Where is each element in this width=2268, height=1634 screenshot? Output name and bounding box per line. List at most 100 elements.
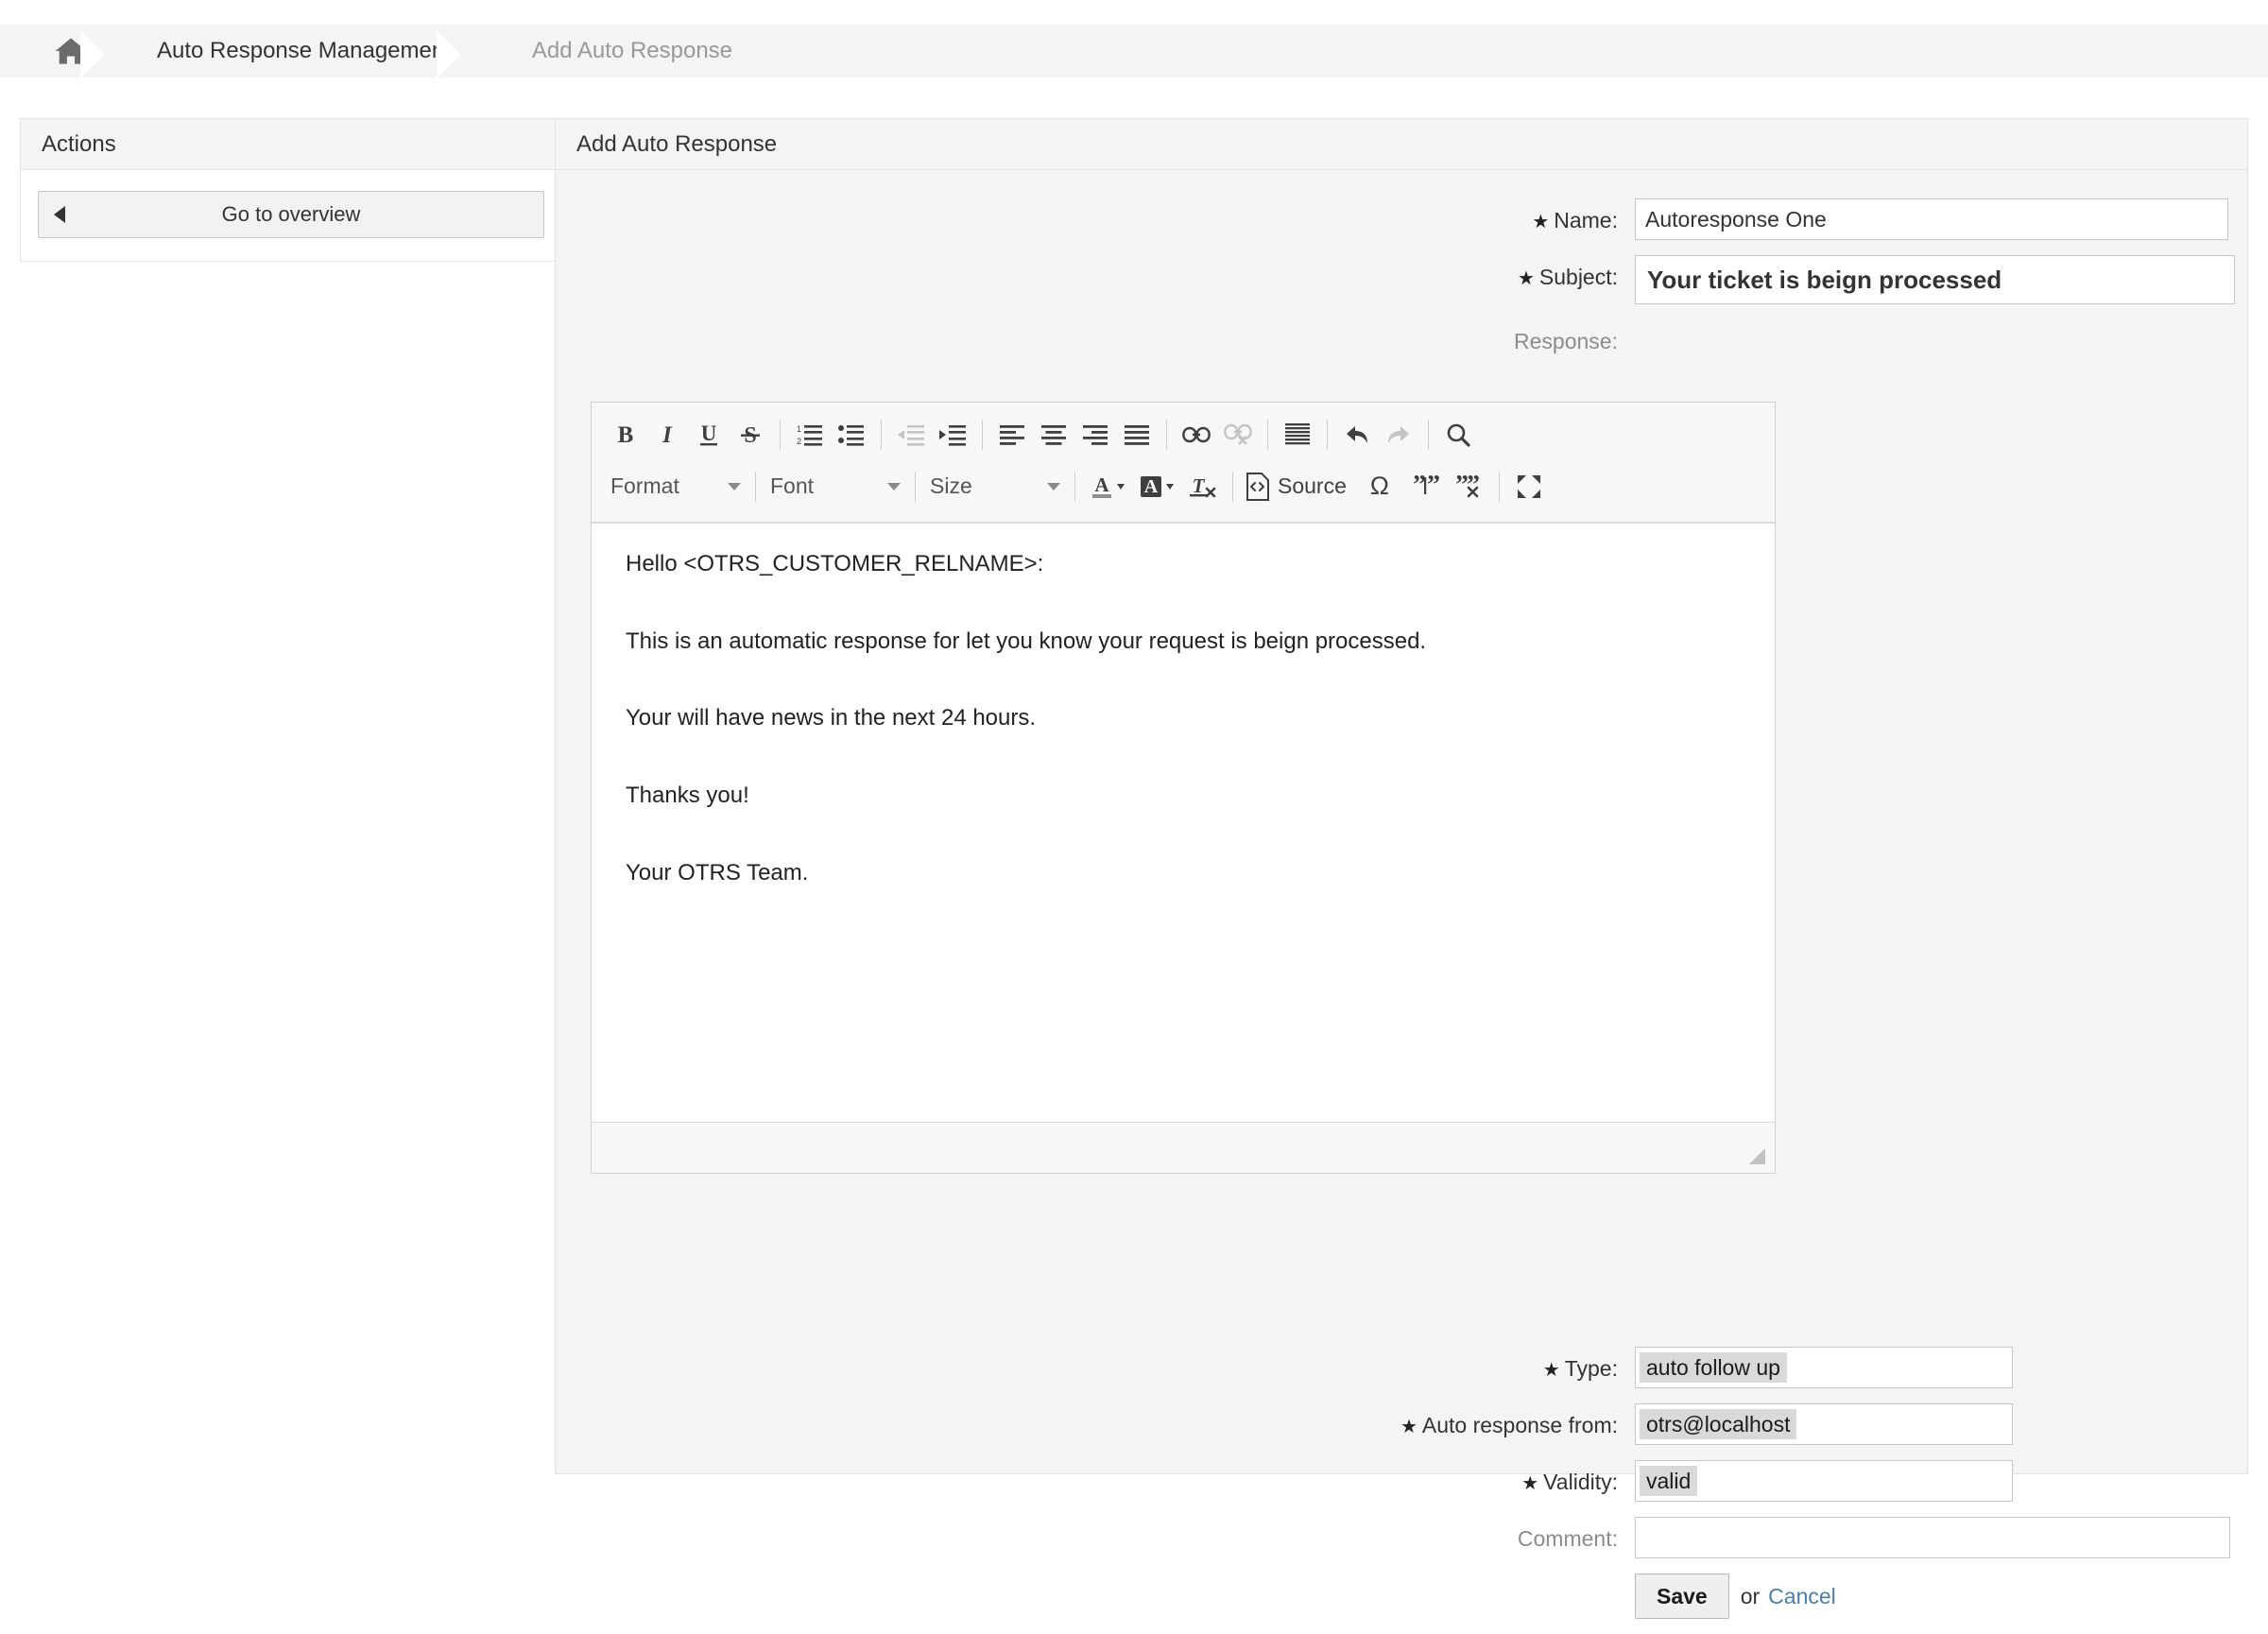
indent-icon[interactable]	[932, 414, 973, 456]
go-to-overview-button[interactable]: Go to overview	[38, 191, 544, 238]
toolbar-separator	[1166, 419, 1167, 450]
cancel-link[interactable]: Cancel	[1768, 1584, 1836, 1609]
response-label-wrap: Response:	[556, 319, 1635, 354]
special-character-icon[interactable]: Ω	[1356, 466, 1403, 507]
undo-icon[interactable]	[1336, 414, 1378, 456]
toolbar-separator	[1327, 419, 1328, 450]
redo-icon	[1378, 414, 1419, 456]
remove-format-icon[interactable]: T	[1182, 466, 1224, 507]
actions-widget: Actions Go to overview	[20, 118, 562, 262]
bulleted-list-icon[interactable]	[831, 414, 872, 456]
italic-icon[interactable]: I	[646, 414, 688, 456]
breadcrumb-label: Add Auto Response	[531, 38, 733, 63]
required-marker: ★	[1517, 268, 1535, 289]
align-left-icon[interactable]	[991, 414, 1033, 456]
find-icon[interactable]	[1437, 414, 1479, 456]
toolbar-separator	[881, 419, 882, 450]
main-panel-header: Add Auto Response	[556, 119, 2247, 170]
type-select[interactable]: auto follow up	[1635, 1347, 2013, 1388]
align-right-icon[interactable]	[1074, 414, 1116, 456]
blockquote-icon[interactable]	[1277, 414, 1318, 456]
svg-text:”: ”	[1413, 474, 1426, 499]
breadcrumb-separator	[80, 25, 122, 77]
form-row-subject: ★ Subject:	[556, 255, 2247, 304]
svg-text:T: T	[1193, 474, 1206, 497]
main-panel: Add Auto Response ★Name: ★Subject: Respo…	[555, 118, 2248, 1619]
go-to-overview-label: Go to overview	[221, 202, 361, 226]
comment-input[interactable]	[1635, 1517, 2230, 1558]
toolbar-separator	[1267, 419, 1268, 450]
actions-widget-body: Go to overview	[21, 170, 561, 261]
name-control	[1635, 198, 2247, 240]
font-combo-label: Font	[770, 473, 815, 498]
subject-label-wrap: ★ Subject:	[556, 255, 1635, 290]
resize-grip-icon[interactable]	[1749, 1148, 1765, 1164]
breadcrumb-item-home[interactable]	[0, 25, 121, 77]
validity-label: Validity:	[1543, 1470, 1618, 1494]
save-button[interactable]: Save	[1635, 1574, 1729, 1619]
size-combo-label: Size	[930, 473, 972, 498]
editor-content-area[interactable]: Hello <OTRS_CUSTOMER_RELNAME>: This is a…	[592, 523, 1775, 1122]
validity-select[interactable]: valid	[1635, 1460, 2013, 1502]
name-input[interactable]	[1635, 198, 2228, 240]
svg-text:B: B	[618, 422, 634, 447]
link-icon[interactable]	[1176, 414, 1217, 456]
toolbar-separator	[1232, 471, 1233, 502]
response-label: Response:	[1514, 329, 1618, 353]
bold-icon[interactable]: B	[605, 414, 646, 456]
editor-paragraph: Your will have news in the next 24 hours…	[626, 705, 1037, 731]
type-selected-value: auto follow up	[1640, 1351, 1787, 1384]
comment-control	[1635, 1517, 2247, 1558]
actions-label-spacer	[556, 1574, 1635, 1583]
source-label: Source	[1278, 473, 1347, 498]
svg-text:A: A	[1094, 473, 1109, 496]
required-marker: ★	[1542, 1360, 1560, 1381]
svg-text:A: A	[1144, 476, 1159, 497]
editor-paragraph: Thanks you!	[626, 783, 749, 809]
bottom-form-block: ★ Type: auto follow up ★ Auto response fro…	[556, 1347, 2247, 1634]
breadcrumb-item-auto-response-management[interactable]: Auto Response Management	[121, 25, 477, 77]
toolbar-separator	[1074, 471, 1075, 502]
form-row-validity: ★ Validity: valid	[556, 1460, 2247, 1502]
strikethrough-icon[interactable]: S	[730, 414, 771, 456]
numbered-list-icon[interactable]: 1 2	[789, 414, 831, 456]
comment-label: Comment:	[1517, 1526, 1618, 1551]
format-combo-label: Format	[610, 473, 679, 498]
svg-text:”: ”	[1427, 474, 1439, 499]
subject-input[interactable]	[1635, 255, 2235, 304]
size-combo[interactable]: Size	[924, 467, 1066, 507]
source-button[interactable]: Source	[1242, 466, 1356, 507]
required-marker: ★	[1400, 1417, 1418, 1437]
background-color-icon[interactable]: A	[1133, 466, 1182, 507]
format-combo[interactable]: Format	[605, 467, 747, 507]
toolbar-separator	[915, 471, 916, 502]
insert-quote-icon[interactable]: ” ”	[1403, 466, 1447, 507]
maximize-icon[interactable]	[1508, 466, 1550, 507]
rich-text-editor: B I U S 1 2 Format Font Size A A T Sourc…	[591, 402, 1776, 1174]
name-label-wrap: ★ Name:	[556, 198, 1635, 233]
svg-text:2: 2	[797, 437, 801, 446]
chevron-down-icon	[887, 482, 901, 490]
align-justify-icon[interactable]	[1116, 414, 1158, 456]
breadcrumb-item-add-auto-response: Add Auto Response	[476, 25, 2268, 77]
validity-selected-value: valid	[1640, 1465, 1698, 1497]
auto-response-from-select[interactable]: otrs@localhost	[1635, 1403, 2013, 1445]
validity-label-wrap: ★ Validity:	[556, 1460, 1635, 1495]
svg-text:U: U	[701, 421, 717, 445]
editor-paragraph: This is an automatic response for let yo…	[626, 628, 1427, 654]
auto-response-from-label: Auto response from:	[1421, 1413, 1618, 1437]
name-label: Name:	[1554, 208, 1618, 232]
page-title: Add Auto Response	[576, 130, 778, 157]
auto-response-from-selected-value: otrs@localhost	[1640, 1408, 1797, 1440]
svg-text:I: I	[662, 422, 673, 447]
subject-label: Subject:	[1538, 265, 1618, 289]
remove-quote-icon[interactable]: ” ”	[1447, 466, 1490, 507]
editor-toolbar-row-1: B I U S 1 2	[605, 408, 1761, 460]
text-color-icon[interactable]: A	[1084, 466, 1133, 507]
font-combo[interactable]: Font	[765, 467, 906, 507]
svg-text:1: 1	[797, 424, 801, 434]
align-center-icon[interactable]	[1033, 414, 1074, 456]
underline-icon[interactable]: U	[688, 414, 730, 456]
editor-toolbar: B I U S 1 2 Format Font Size A A T Sourc…	[592, 403, 1775, 523]
actions-widget-header: Actions	[21, 119, 561, 170]
